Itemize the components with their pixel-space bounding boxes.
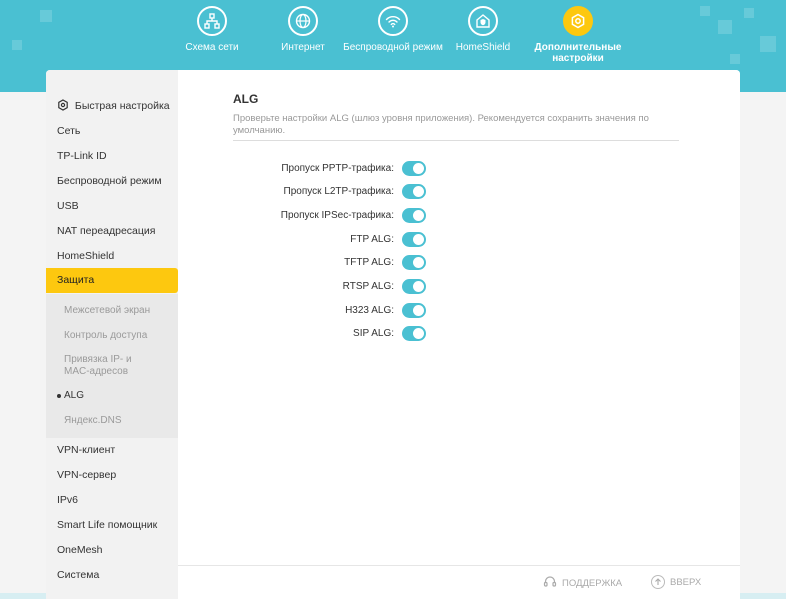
sidebar-subitem-firewall[interactable]: Межсетевой экран [46, 305, 178, 317]
content-panel: ALG Проверьте настройки ALG (шлюз уровня… [178, 70, 740, 560]
sidebar-item-vpn-server[interactable]: VPN-сервер [46, 463, 178, 488]
gear-icon [57, 96, 69, 121]
setting-row: SIP ALG: [178, 325, 578, 343]
setting-label: Пропуск IPSec-трафика: [280, 210, 394, 221]
sidebar-item-label: Быстрая настройка [74, 100, 170, 112]
arrow-up-icon [651, 575, 665, 589]
ftp-alg-toggle[interactable] [402, 232, 426, 247]
wifi-icon [378, 6, 408, 36]
setting-row: RTSP ALG: [178, 278, 578, 296]
nav-label: Дополнительные настройки [534, 42, 622, 64]
sidebar-item-onemesh[interactable]: OneMesh [46, 538, 178, 563]
sidebar-item-ipv6[interactable]: IPv6 [46, 488, 178, 513]
sidebar-item-wireless[interactable]: Беспроводной режим [46, 169, 178, 194]
top-navigation: Схема сети Интернет Беспроводной режим H… [0, 0, 786, 70]
security-submenu: Межсетевой экран Контроль доступа Привяз… [46, 294, 178, 438]
sidebar-subitem-ip-mac-binding[interactable]: Привязка IP- и MAC-адресов [46, 354, 156, 378]
sidebar-item-system[interactable]: Система [46, 563, 178, 588]
setting-label: H323 ALG: [345, 305, 394, 316]
sidebar-item-tplink-id[interactable]: TP-Link ID [46, 144, 178, 169]
rtsp-alg-toggle[interactable] [402, 279, 426, 294]
setting-label: SIP ALG: [353, 328, 394, 339]
footer: ПОДДЕРЖКА ВВЕРХ [178, 565, 740, 599]
sidebar-item-nat[interactable]: NAT переадресация [46, 219, 178, 244]
sidebar-item-homeshield[interactable]: HomeShield [46, 244, 178, 269]
divider [233, 140, 679, 141]
sip-alg-toggle[interactable] [402, 326, 426, 341]
setting-label: FTP ALG: [350, 234, 394, 245]
sidebar-subitem-label: ALG [64, 390, 85, 401]
setting-row: Пропуск IPSec-трафика: [178, 207, 578, 225]
active-bullet-icon [57, 394, 61, 398]
sidebar-subitem-alg[interactable]: ALG [46, 390, 178, 402]
setting-row: Пропуск PPTP-трафика: [178, 160, 578, 178]
sidebar-subitem-yandex-dns[interactable]: Яндекс.DNS [46, 415, 178, 427]
page-description: Проверьте настройки ALG (шлюз уровня при… [233, 113, 649, 136]
sidebar-item-quick-setup[interactable]: Быстрая настройка [46, 94, 178, 119]
tftp-alg-toggle[interactable] [402, 255, 426, 270]
setting-label: Пропуск L2TP-трафика: [283, 186, 394, 197]
nav-label: Схема сети [185, 42, 239, 53]
back-to-top-link[interactable]: ВВЕРХ [651, 575, 701, 589]
setting-label: RTSP ALG: [342, 281, 394, 292]
setting-row: Пропуск L2TP-трафика: [178, 183, 578, 201]
main-card: Быстрая настройка Сеть TP-Link ID Беспро… [46, 70, 740, 599]
headset-icon [543, 575, 557, 592]
sidebar-subitem-access-control[interactable]: Контроль доступа [46, 330, 178, 342]
ipsec-toggle[interactable] [402, 208, 426, 223]
setting-label: TFTP ALG: [344, 257, 394, 268]
support-link[interactable]: ПОДДЕРЖКА [543, 575, 622, 592]
h323-alg-toggle[interactable] [402, 303, 426, 318]
nav-homeshield[interactable]: HomeShield [428, 6, 538, 53]
page-title: ALG [233, 92, 259, 106]
back-to-top-label: ВВЕРХ [670, 576, 702, 588]
l2tp-toggle[interactable] [402, 184, 426, 199]
home-shield-icon [468, 6, 498, 36]
sidebar-item-vpn-client[interactable]: VPN-клиент [46, 438, 178, 463]
globe-icon [288, 6, 318, 36]
setting-row: FTP ALG: [178, 231, 578, 249]
gear-icon [563, 6, 593, 36]
setting-row: H323 ALG: [178, 302, 578, 320]
nav-label: HomeShield [455, 42, 511, 53]
sidebar-item-security[interactable]: Защита [46, 268, 178, 293]
sidebar-item-network[interactable]: Сеть [46, 119, 178, 144]
setting-label: Пропуск PPTP-трафика: [281, 163, 394, 174]
nav-label: Интернет [281, 42, 325, 53]
nav-advanced[interactable]: Дополнительные настройки [523, 6, 633, 64]
setting-row: TFTP ALG: [178, 254, 578, 272]
sidebar-item-usb[interactable]: USB [46, 194, 178, 219]
sidebar: Быстрая настройка Сеть TP-Link ID Беспро… [46, 70, 178, 599]
network-map-icon [197, 6, 227, 36]
support-label: ПОДДЕРЖКА [562, 578, 623, 589]
sidebar-item-smart-life[interactable]: Smart Life помощник [46, 513, 178, 538]
pptp-toggle[interactable] [402, 161, 426, 176]
